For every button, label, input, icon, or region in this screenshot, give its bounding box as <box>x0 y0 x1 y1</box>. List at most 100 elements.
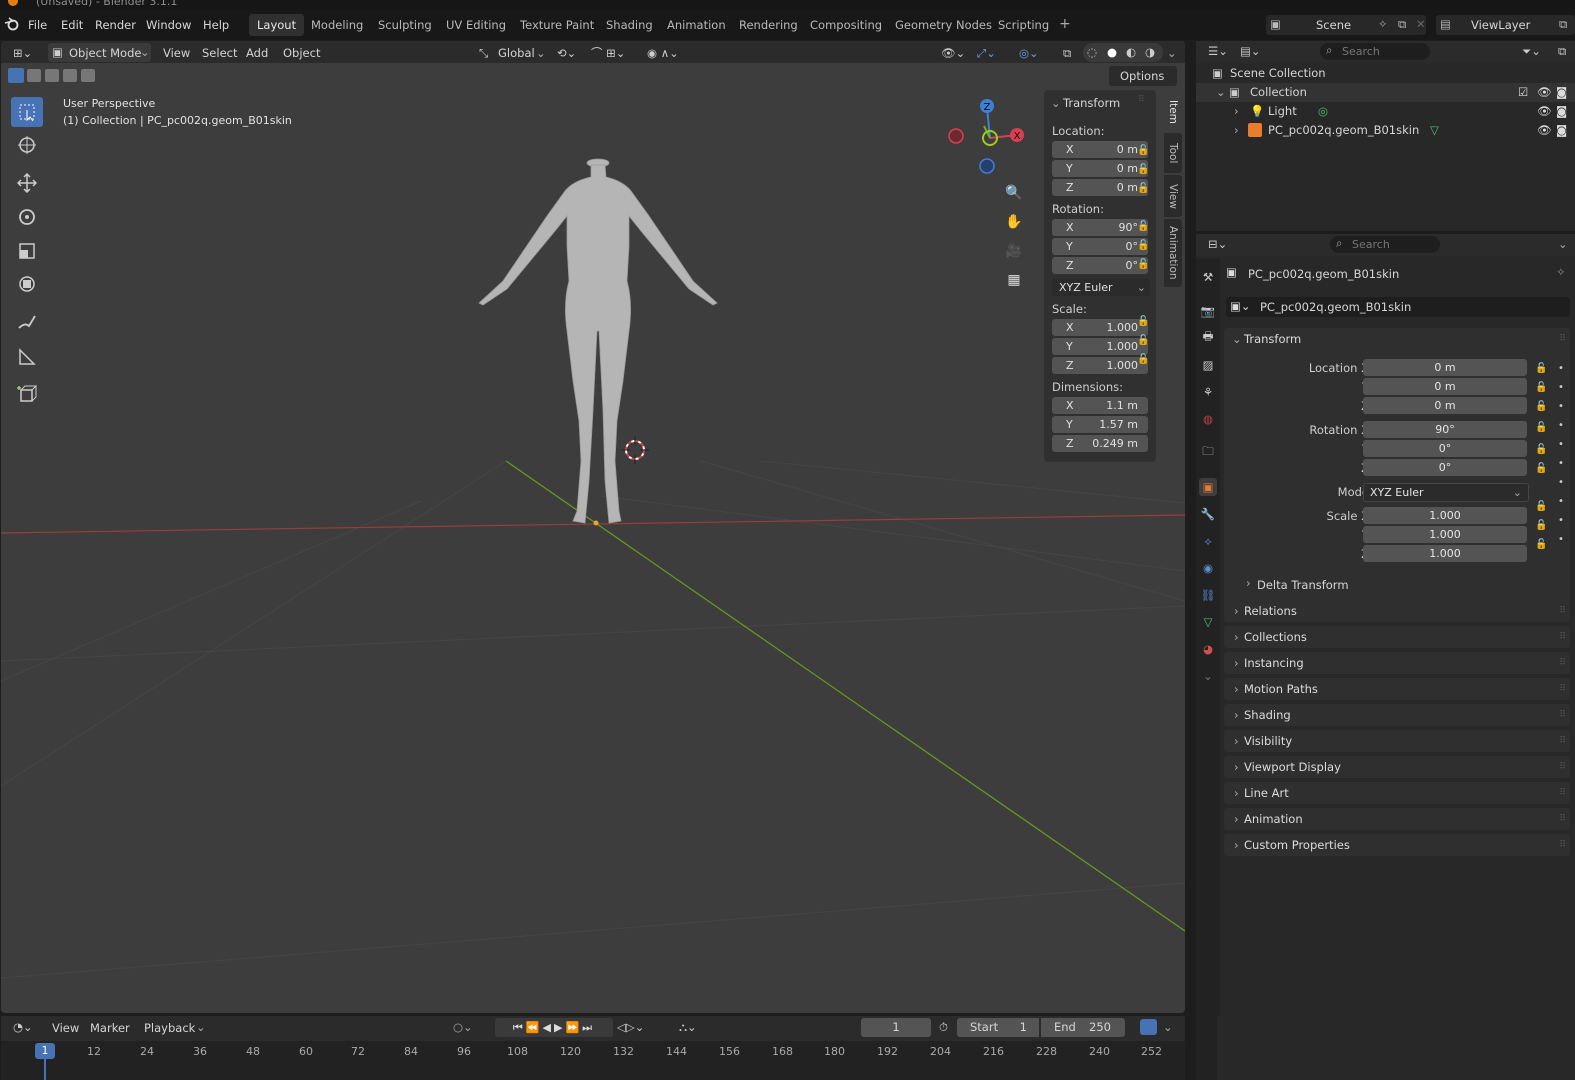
stopwatch-icon[interactable]: ⏱ <box>939 1020 948 1035</box>
visibility-icon[interactable]: 👁⌄ <box>941 44 965 62</box>
move-tool[interactable] <box>11 168 43 198</box>
camera-icon[interactable]: ◙ <box>1556 121 1567 140</box>
section-visibility[interactable]: › Visibility ⠿ <box>1224 730 1570 752</box>
rotation-z-input[interactable]: 0° <box>1363 459 1527 476</box>
display-mode-icon[interactable]: ▤⌄ <box>1240 44 1261 58</box>
tab-item[interactable]: Item <box>1164 93 1182 131</box>
chevron-right-icon[interactable]: › <box>1234 102 1239 121</box>
property-lock-icons[interactable]: 🔓 🔓 🔓 🔓 🔓 🔓 🔓 🔓 🔓 <box>1535 359 1547 554</box>
wireframe-icon[interactable]: ◌ <box>1087 45 1097 59</box>
menu-add[interactable]: Add <box>246 44 268 62</box>
select-invert-icon[interactable] <box>63 69 77 82</box>
dimension-x-field[interactable]: X 1.1 m <box>1052 397 1148 414</box>
particles-tab-icon[interactable]: ⟡ <box>1199 532 1217 550</box>
transform-tool[interactable] <box>11 269 43 299</box>
new-collection-icon[interactable]: ⧉ <box>1558 44 1566 59</box>
select-subtract-icon[interactable] <box>45 69 59 82</box>
scale-tool[interactable] <box>11 236 43 266</box>
data-tab-icon[interactable]: ▽ <box>1199 613 1217 631</box>
tab-geometry-nodes[interactable]: Geometry Nodes <box>887 14 1000 36</box>
zoom-tool[interactable]: 🔍 <box>1001 180 1027 206</box>
tab-animation-sidebar[interactable]: Animation <box>1164 219 1182 287</box>
view-layer-tab-icon[interactable]: ▨ <box>1199 356 1217 374</box>
rotation-x-field[interactable]: X 90° <box>1052 219 1148 236</box>
section-custom-properties[interactable]: › Custom Properties ⠿ <box>1224 834 1570 856</box>
constraints-tab-icon[interactable]: ⛓ <box>1199 586 1217 604</box>
timeline-menu-marker[interactable]: Marker <box>90 1021 130 1035</box>
section-motion-paths[interactable]: › Motion Paths ⠿ <box>1224 678 1570 700</box>
section-instancing[interactable]: › Instancing ⠿ <box>1224 652 1570 674</box>
ortho-toggle[interactable]: ▦ <box>1001 267 1027 293</box>
tab-modeling[interactable]: Modeling <box>303 14 371 36</box>
editor-type-icon[interactable]: ☰⌄ <box>1208 44 1228 58</box>
modifier-tab-icon[interactable]: 🔧 <box>1199 505 1217 523</box>
outliner-row-mesh[interactable]: › PC_pc002q.geom_B01skin ▽ 👁 ◙ <box>1196 121 1575 140</box>
delta-transform-label[interactable]: Delta Transform <box>1257 578 1349 592</box>
editor-type-icon[interactable]: ⊟⌄ <box>1208 237 1227 251</box>
dimension-z-field[interactable]: Z 0.249 m <box>1052 435 1148 452</box>
scene-tab-icon[interactable]: ⚘ <box>1199 383 1217 401</box>
transform-section-header[interactable]: ⌄ Transform ⠿ <box>1224 328 1570 350</box>
rotation-mode-dropdown[interactable]: XYZ Euler ⌄ <box>1363 483 1529 502</box>
start-frame-field[interactable]: Start 1 <box>957 1018 1039 1037</box>
chevron-down-icon[interactable]: ⌄ <box>1199 667 1217 685</box>
add-cube-tool[interactable] <box>11 379 43 409</box>
location-z-input[interactable]: 0 m <box>1363 397 1527 414</box>
shading-modes[interactable]: ◌ ● ◐ ◑ <box>1083 43 1163 62</box>
xray-icon[interactable]: ⧉ <box>1063 44 1071 62</box>
camera-view-tool[interactable]: 🎥 <box>1001 238 1027 264</box>
tab-view[interactable]: View <box>1164 175 1182 217</box>
lock-icons[interactable]: 🔓 🔓 🔓 🔓 🔓 🔓 🔓 🔓 🔓 <box>1137 141 1149 369</box>
camera-icon[interactable]: ◙ <box>1556 102 1567 121</box>
tab-compositing[interactable]: Compositing <box>802 14 890 36</box>
outliner-search[interactable]: ⌕ Search <box>1320 43 1430 60</box>
location-y-input[interactable]: 0 m <box>1363 378 1527 395</box>
chevron-down-icon[interactable]: ⌄ <box>1558 237 1568 251</box>
navigation-gizmo[interactable]: Z X <box>946 96 1026 176</box>
end-frame-field[interactable]: End 250 <box>1041 1018 1125 1037</box>
tab-tool[interactable]: Tool <box>1164 133 1182 173</box>
new-scene-icon[interactable]: ⧉ <box>1398 17 1406 32</box>
eye-icon[interactable]: 👁 <box>1537 121 1552 140</box>
timeline-ruler[interactable]: 1 12 24 36 48 60 72 84 96 108 120 132 14… <box>1 1041 1185 1080</box>
section-shading[interactable]: › Shading ⠿ <box>1224 704 1570 726</box>
timeline-menu-view[interactable]: View <box>52 1021 79 1035</box>
menu-view[interactable]: View <box>163 44 190 62</box>
gizmo-icon[interactable]: ⤢⌄ <box>977 44 996 62</box>
scene-selector[interactable]: ▣ Scene ✧ ⧉ ✕ <box>1266 15 1426 35</box>
location-z-field[interactable]: Z0 m <box>1052 179 1148 196</box>
scale-y-field[interactable]: Y 1.000 <box>1052 338 1148 355</box>
playback-controls[interactable]: ⏮⏪◀▶⏩⏭ <box>495 1018 613 1037</box>
snap-icon[interactable]: ⌒ ⊞⌄ <box>591 44 625 62</box>
rotation-y-field[interactable]: Y 0° <box>1052 238 1148 255</box>
properties-search[interactable]: ⌕ Search <box>1330 236 1440 253</box>
chevron-down-icon[interactable]: ⌄ <box>1051 96 1061 110</box>
pin-icon[interactable]: ✧ <box>1556 265 1566 279</box>
chevron-right-icon[interactable]: › <box>1246 576 1251 590</box>
section-animation[interactable]: › Animation ⠿ <box>1224 808 1570 830</box>
select-intersect-icon[interactable] <box>81 69 95 82</box>
menu-render[interactable]: Render <box>95 18 136 32</box>
scale-z-field[interactable]: Z 1.000 <box>1052 357 1148 374</box>
chevron-down-icon[interactable]: ⌄ <box>1167 44 1177 62</box>
new-view-layer-icon[interactable]: ⧉ <box>1559 17 1567 32</box>
world-tab-icon[interactable]: ◍ <box>1199 410 1217 428</box>
material-tab-icon[interactable]: ◕ <box>1199 640 1217 658</box>
pin-icon[interactable]: ✧ <box>1378 17 1388 31</box>
selection-mode-buttons[interactable] <box>8 68 100 84</box>
overlay-icon[interactable]: ◎⌄ <box>1019 44 1039 62</box>
select-new-icon[interactable] <box>8 68 24 83</box>
camera-icon[interactable]: ◙ <box>1556 83 1567 102</box>
location-x-field[interactable]: X0 m <box>1052 141 1148 158</box>
delete-scene-icon[interactable]: ✕ <box>1416 17 1426 31</box>
3d-viewport[interactable]: ⊞⌄ ▣ Object Mode ⌄ View Select Add Objec… <box>1 41 1185 1013</box>
physics-tab-icon[interactable]: ◉ <box>1199 559 1217 577</box>
filter-icon[interactable]: ⏷⌄ <box>1522 44 1541 59</box>
drag-handle-icon[interactable]: ⠿ <box>1138 95 1145 105</box>
mode-dropdown[interactable]: ▣ Object Mode ⌄ <box>48 43 151 62</box>
object-name-field[interactable]: ▣⌄ PC_pc002q.geom_B01skin <box>1226 297 1570 317</box>
section-viewport-display[interactable]: › Viewport Display ⠿ <box>1224 756 1570 778</box>
object-tab-icon[interactable]: ▣ <box>1199 478 1217 496</box>
drag-handle-icon[interactable]: ⠿ <box>1559 328 1566 350</box>
rotation-y-input[interactable]: 0° <box>1363 440 1527 457</box>
